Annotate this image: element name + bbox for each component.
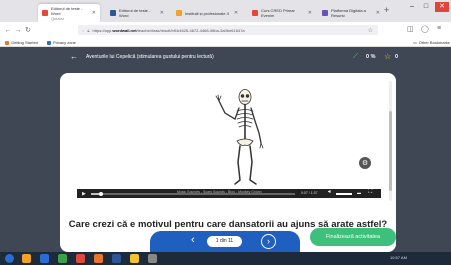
- taskbar-app-icon[interactable]: [148, 254, 157, 263]
- taskbar-app-icon[interactable]: [112, 254, 121, 263]
- question-card: ⚙ ▶ Music Sources - Scary Sounds - Bloo …: [60, 73, 396, 252]
- video-controls: ▶ Music Sources - Scary Sounds - Bloo - …: [77, 189, 381, 198]
- taskbar-app-icon[interactable]: [58, 254, 67, 263]
- taskbar-app-icon[interactable]: [94, 254, 103, 263]
- folder-icon: ▭: [413, 40, 417, 45]
- bookmark-favicon: [47, 40, 51, 45]
- tab-institutii[interactable]: Instituții și profesionale 4 ✕: [172, 4, 244, 22]
- tab-editorul-de-teste-quizizz[interactable]: Editorul de teste - Word Quizizz ✕: [38, 4, 100, 22]
- volume-icon[interactable]: 🔊︎: [328, 189, 331, 195]
- window-close-icon[interactable]: ✕: [435, 2, 449, 12]
- taskbar-app-icon[interactable]: [40, 254, 49, 263]
- tab-close-icon[interactable]: ✕: [234, 10, 238, 16]
- bookmark-label: Privacy zone: [53, 40, 76, 45]
- question-pager: ‹ 1 din 11 ›: [150, 231, 300, 253]
- tab-close-icon[interactable]: ✕: [160, 10, 164, 16]
- captions-icon[interactable]: ▬: [357, 190, 361, 195]
- scrollbar-thumb[interactable]: [389, 111, 392, 191]
- video-progress-knob[interactable]: [99, 191, 104, 196]
- previous-chevron-icon[interactable]: ‹: [191, 234, 195, 246]
- address-bar[interactable]: ◌ 🔒︎ https://app. wordwall.net/teacher/ta…: [78, 25, 378, 35]
- video-time: 0:07 / 1:37: [301, 191, 318, 195]
- settings-gear-icon[interactable]: ⚙: [359, 157, 371, 169]
- os-taskbar: 10:57 AM: [0, 252, 451, 265]
- browser-tab-bar: Editorul de teste - Word Quizizz ✕ Editor…: [0, 0, 451, 22]
- tab-favicon: [176, 10, 182, 16]
- bookmark-favicon: [5, 40, 9, 45]
- points-count: 0: [395, 54, 399, 60]
- tab-title: Editorul de teste - Word: [51, 5, 83, 16]
- account-icon[interactable]: ◯: [421, 25, 429, 33]
- start-icon[interactable]: [5, 254, 14, 263]
- bookmark-star-icon[interactable]: ☆: [368, 27, 373, 34]
- back-arrow-icon[interactable]: ←: [3, 27, 13, 34]
- back-arrow-icon[interactable]: ←: [70, 52, 78, 61]
- tab-close-icon[interactable]: ✕: [92, 10, 96, 16]
- finish-activity-button[interactable]: Finalizează activitatea: [310, 228, 396, 246]
- tab-favicon: [322, 10, 328, 16]
- bookmark-getting-started[interactable]: Getting Started: [5, 40, 38, 45]
- system-clock: 10:57 AM: [390, 255, 407, 260]
- activity-header: ← Aventurile lui Cepelică (stimularea gu…: [0, 47, 451, 69]
- play-icon[interactable]: ▶: [82, 191, 86, 197]
- url-path: /teacher/task/result/bf1b4625-4672-4468-…: [136, 27, 245, 33]
- tab-editorul-de-teste-word[interactable]: Editorul de teste - Word ✕: [106, 4, 168, 22]
- new-tab-plus-icon[interactable]: +: [384, 5, 389, 15]
- tab-title: Platforma Digitala a Resursi: [331, 8, 366, 18]
- menu-icon[interactable]: ≡: [437, 25, 441, 32]
- tab-title: Editorul de teste - Word: [119, 8, 151, 18]
- other-bookmarks-label: Other Bookmarks: [418, 40, 450, 45]
- taskbar-app-icon[interactable]: [22, 254, 31, 263]
- fullscreen-icon[interactable]: ⛶: [368, 189, 372, 196]
- shield-icon: ◌: [82, 27, 85, 33]
- activity-area: ⚙ ▶ Music Sources - Scary Sounds - Bloo …: [0, 69, 451, 252]
- video-player[interactable]: ⚙: [77, 85, 381, 195]
- tab-favicon: [42, 10, 48, 16]
- taskbar-app-icon[interactable]: [76, 254, 85, 263]
- tab-subtitle: Quizizz: [51, 15, 65, 21]
- activity-title: Aventurile lui Cepelică (stimularea gust…: [86, 54, 214, 60]
- pocket-icon[interactable]: ◫: [407, 25, 414, 33]
- tab-curs-cred[interactable]: Curs CRED Primar Evenim ✕: [248, 4, 316, 22]
- reload-icon[interactable]: ↻: [23, 26, 33, 34]
- tab-platforma-digitala[interactable]: Platforma Digitala a Resursi ✕: [318, 4, 384, 22]
- progress-percent: 0 %: [366, 54, 376, 60]
- volume-slider[interactable]: [336, 193, 352, 195]
- taskbar-app-icon[interactable]: [130, 254, 139, 263]
- forward-arrow-icon[interactable]: →: [13, 27, 23, 34]
- lock-icon: 🔒︎: [87, 27, 90, 33]
- bookmarks-bar: Getting Started Privacy zone ▭ Other Boo…: [0, 38, 451, 47]
- tab-close-icon[interactable]: ✕: [308, 10, 312, 16]
- video-caption: Music Sources - Scary Sounds - Bloo - Mo…: [177, 190, 262, 194]
- tab-favicon: [252, 10, 258, 16]
- browser-nav-bar: ← → ↻ ◌ 🔒︎ https://app. wordwall.net/teac…: [0, 22, 451, 38]
- tab-title: Instituții și profesionale 4: [185, 10, 229, 16]
- chart-icon: ⟋: [353, 53, 358, 60]
- tab-title: Curs CRED Primar Evenim: [261, 8, 295, 18]
- bookmark-privacy-zone[interactable]: Privacy zone: [47, 40, 76, 45]
- minimize-icon[interactable]: –: [405, 2, 419, 12]
- bookmark-label: Getting Started: [11, 40, 38, 45]
- page-indicator[interactable]: 1 din 11: [207, 236, 242, 247]
- next-chevron-icon[interactable]: ›: [261, 234, 276, 249]
- star-icon: ☆: [384, 52, 392, 61]
- other-bookmarks[interactable]: ▭ Other Bookmarks: [413, 40, 450, 45]
- tab-favicon: [110, 10, 116, 16]
- tab-close-icon[interactable]: ✕: [376, 10, 380, 16]
- url-prefix: https://app.: [92, 27, 113, 33]
- dancing-skeleton-image: [215, 89, 264, 185]
- maximize-icon[interactable]: □: [419, 2, 433, 12]
- url-domain: wordwall.net: [112, 27, 137, 33]
